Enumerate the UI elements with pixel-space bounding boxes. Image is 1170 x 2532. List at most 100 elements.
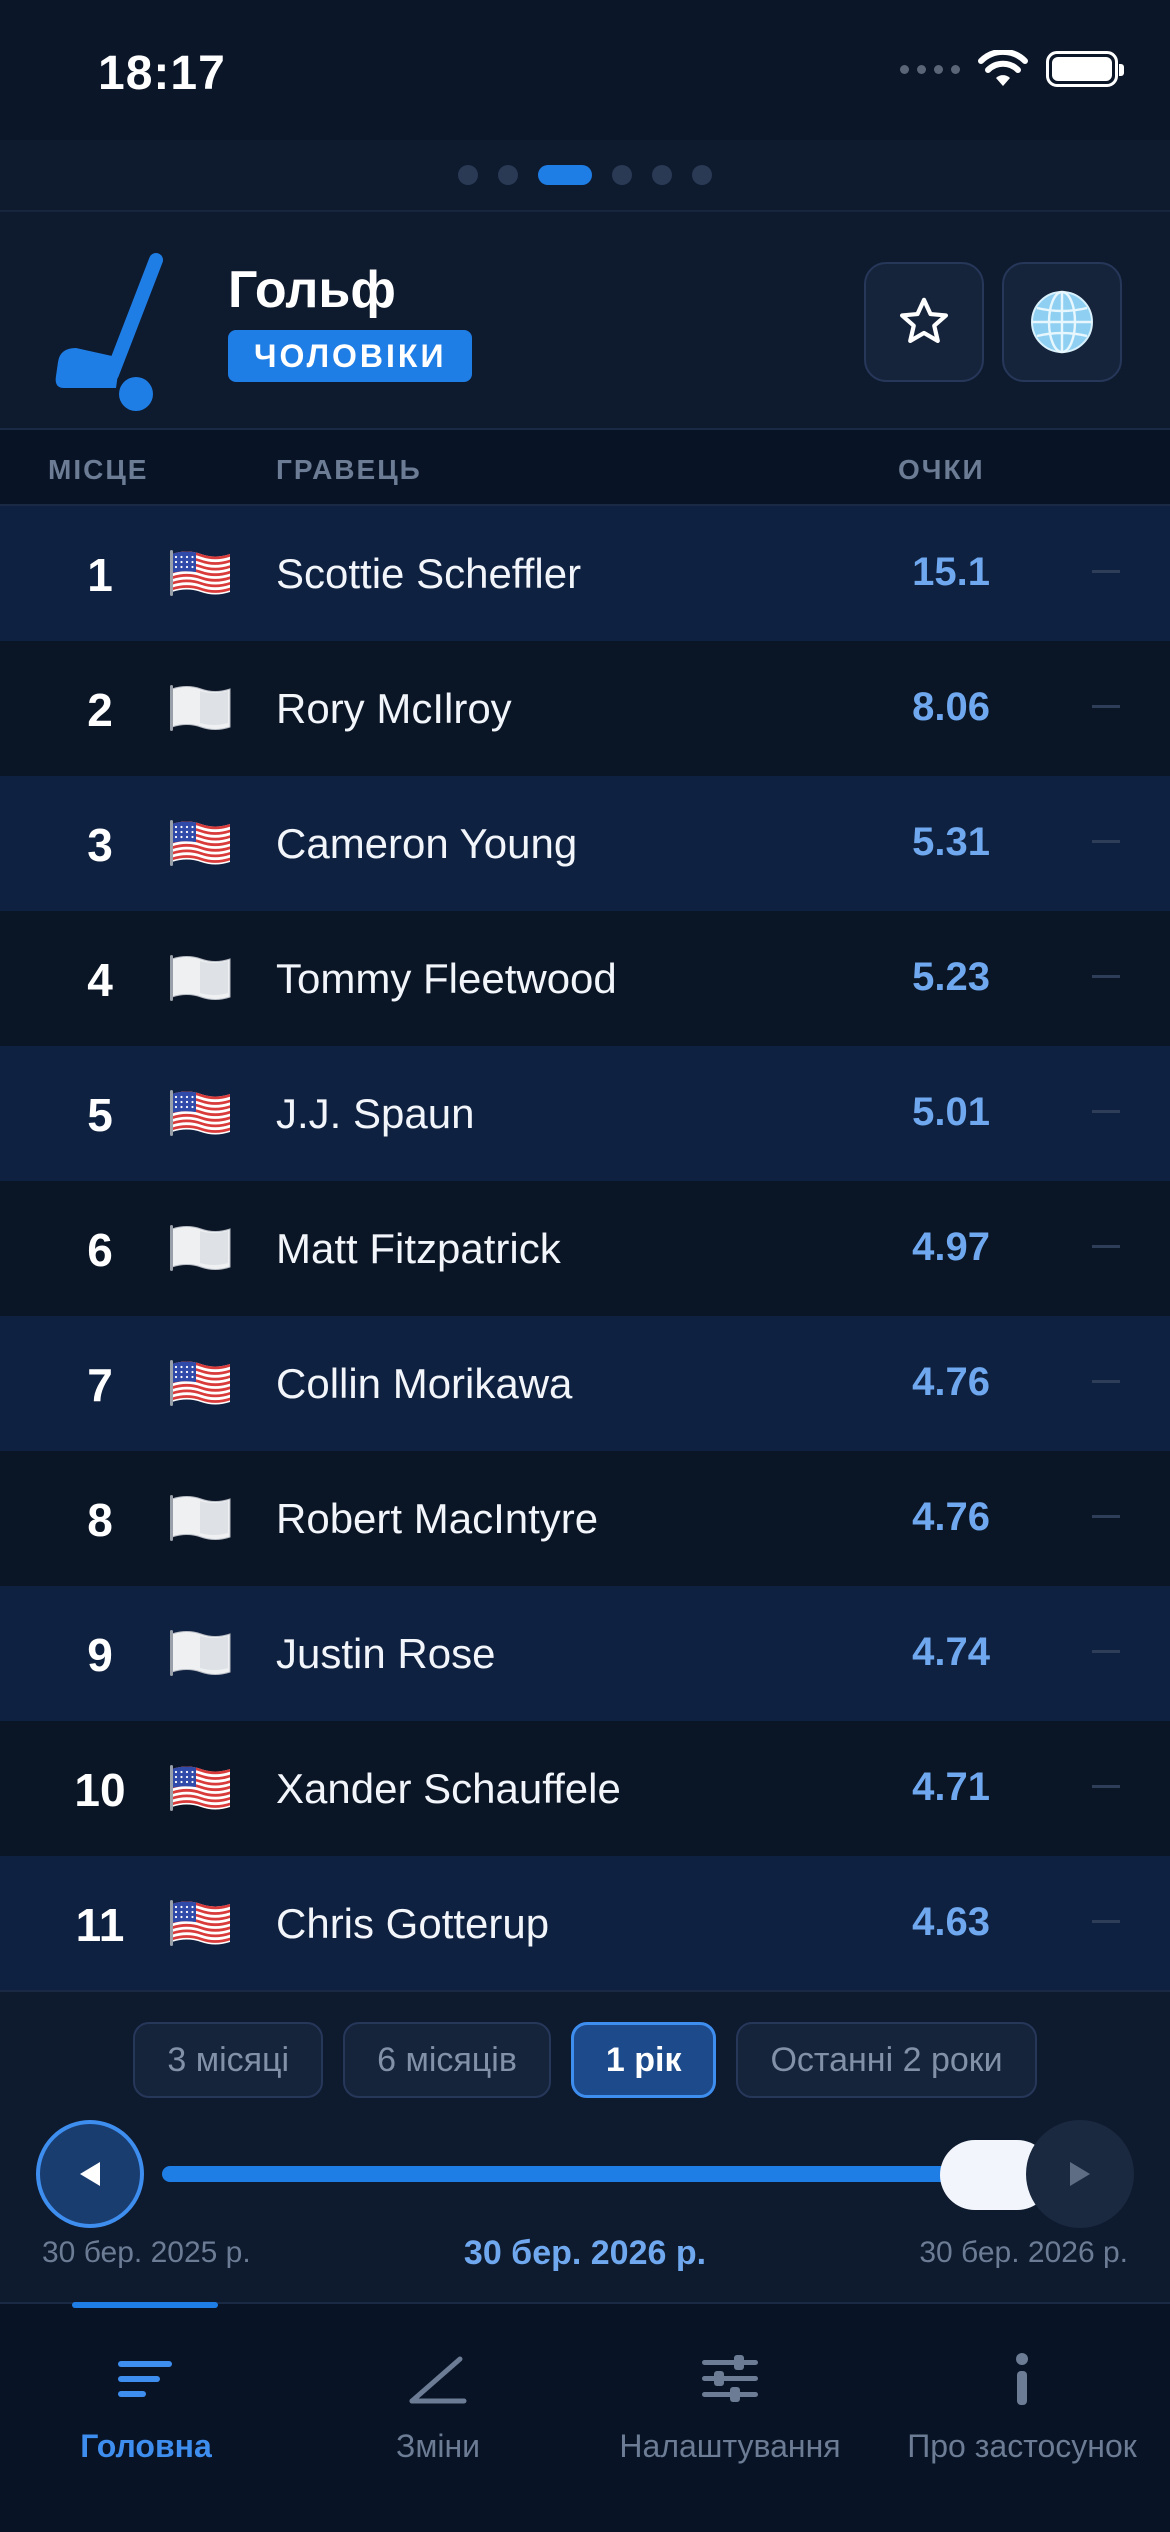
row-trend-dash: [1092, 1380, 1120, 1383]
table-row[interactable]: 8 Robert MacIntyre 4.76: [0, 1451, 1170, 1586]
tab-settings[interactable]: Налаштування: [584, 2344, 876, 2465]
column-header-points: ОЧКИ: [898, 454, 985, 485]
sliders-icon: [702, 2355, 758, 2402]
row-points: 4.63: [912, 1900, 990, 1944]
row-points: 4.71: [912, 1765, 990, 1809]
page-dot[interactable]: [692, 165, 712, 185]
row-player-name: Cameron Young: [276, 820, 578, 867]
table-row[interactable]: 10 Xander Schauffele 4.71: [0, 1721, 1170, 1856]
row-player-name: Chris Gotterup: [276, 1900, 550, 1947]
globe-icon: [1031, 290, 1093, 354]
white-flag-icon: [170, 685, 231, 731]
us-flag-icon: [170, 1360, 230, 1406]
period-option[interactable]: 3 місяці: [133, 2022, 324, 2098]
row-rank: 4: [87, 954, 113, 1006]
timeline-slider-track[interactable]: [162, 2166, 1002, 2182]
row-player-name: Collin Morikawa: [276, 1360, 573, 1407]
page-title: Гольф: [228, 261, 396, 319]
row-trend-dash: [1092, 975, 1120, 978]
row-points: 4.74: [912, 1630, 990, 1674]
tab-about-label: Про застосунок: [907, 2428, 1137, 2464]
table-row[interactable]: 3 Cameron Young 5.31: [0, 776, 1170, 911]
status-icons: [900, 50, 1124, 88]
table-row[interactable]: 11 Chris Gotterup 4.63: [0, 1856, 1170, 1991]
row-trend-dash: [1092, 1110, 1120, 1113]
row-rank: 1: [87, 549, 113, 601]
white-flag-icon: [170, 955, 231, 1001]
row-player-name: J.J. Spaun: [276, 1090, 475, 1137]
period-panel: 3 місяці 6 місяців 1 рік Останні 2 роки 30 …: [0, 1990, 1170, 2302]
page-dot[interactable]: [538, 165, 592, 185]
us-flag-icon: [170, 1900, 230, 1946]
period-option[interactable]: Останні 2 роки: [736, 2022, 1037, 2098]
table-row[interactable]: 7 Collin Morikawa 4.76: [0, 1316, 1170, 1451]
period-option[interactable]: 6 місяців: [343, 2022, 551, 2098]
row-rank: 10: [74, 1764, 126, 1816]
white-flag-icon: [170, 1495, 231, 1541]
table-row[interactable]: 6 Matt Fitzpatrick 4.97: [0, 1181, 1170, 1316]
row-trend-dash: [1092, 1920, 1120, 1923]
row-trend-dash: [1092, 1515, 1120, 1518]
row-player-name: Robert MacIntyre: [276, 1495, 599, 1542]
status-time: 18:17: [98, 47, 226, 100]
status-bar: 18:17: [0, 0, 1170, 140]
tab-home-label: Головна: [80, 2428, 212, 2464]
row-rank: 6: [87, 1224, 113, 1276]
table-row[interactable]: 1 Scottie Scheffler 15.1: [0, 506, 1170, 641]
row-player-name: Matt Fitzpatrick: [276, 1225, 561, 1272]
favorite-button[interactable]: [864, 262, 984, 382]
table-row[interactable]: 2 Rory McIlroy 8.06: [0, 641, 1170, 776]
sport-header: Гольф ЧОЛОВІКИ: [0, 212, 1170, 430]
next-date-button[interactable]: [1026, 2120, 1134, 2228]
info-icon: [1016, 2353, 1028, 2405]
page-dot[interactable]: [652, 165, 672, 185]
page-dot[interactable]: [458, 165, 478, 185]
row-trend-dash: [1092, 705, 1120, 708]
table-row[interactable]: 5 J.J. Spaun 5.01: [0, 1046, 1170, 1181]
page-indicator[interactable]: [0, 140, 1170, 212]
us-flag-icon: [170, 550, 230, 596]
ranking-list: 1 Scottie Scheffler 15.1 2 Rory McIlroy 8.06 3…: [0, 506, 1170, 1991]
category-badge[interactable]: ЧОЛОВІКИ: [228, 330, 473, 382]
triangle-left-icon: [80, 2162, 100, 2186]
row-rank: 8: [87, 1494, 113, 1546]
us-flag-icon: [170, 1765, 230, 1811]
star-icon: [899, 297, 949, 343]
list-icon: [118, 2361, 172, 2397]
row-points: 4.76: [912, 1495, 990, 1539]
tab-changes[interactable]: Зміни: [292, 2344, 584, 2465]
row-rank: 2: [87, 684, 113, 736]
period-option[interactable]: 1 рік: [570, 2022, 717, 2098]
golf-club-icon: [55, 253, 163, 411]
page-dot[interactable]: [498, 165, 518, 185]
row-rank: 3: [87, 819, 113, 871]
cellular-signal-icon: [900, 64, 960, 74]
white-flag-icon: [170, 1225, 231, 1271]
row-trend-dash: [1092, 840, 1120, 843]
period-selector: 3 місяці 6 місяців 1 рік Останні 2 роки: [0, 2022, 1170, 2098]
row-rank: 5: [87, 1089, 113, 1141]
row-player-name: Tommy Fleetwood: [276, 955, 617, 1002]
column-header-player: ГРАВЕЦЬ: [276, 454, 422, 485]
column-header-rank: МІСЦЕ: [48, 454, 149, 485]
page-dot[interactable]: [612, 165, 632, 185]
region-button[interactable]: [1002, 262, 1122, 382]
row-rank: 11: [75, 1899, 125, 1951]
row-player-name: Scottie Scheffler: [276, 550, 582, 597]
row-player-name: Justin Rose: [276, 1630, 496, 1677]
table-row[interactable]: 9 Justin Rose 4.74: [0, 1586, 1170, 1721]
row-points: 4.76: [912, 1360, 990, 1404]
wifi-icon: [978, 50, 1028, 86]
row-trend-dash: [1092, 1650, 1120, 1653]
row-points: 5.01: [912, 1090, 990, 1134]
row-points: 4.97: [912, 1225, 990, 1269]
table-header: МІСЦЕ ГРАВЕЦЬ ОЧКИ: [0, 430, 1170, 506]
triangle-right-icon: [1070, 2162, 1090, 2186]
table-row[interactable]: 4 Tommy Fleetwood 5.23: [0, 911, 1170, 1046]
tab-home[interactable]: Головна: [0, 2344, 292, 2465]
us-flag-icon: [170, 820, 230, 866]
active-tab-indicator: [72, 2302, 218, 2308]
tab-bar: Головна Зміни Налаштування Про застосуно…: [0, 2302, 1170, 2532]
tab-about[interactable]: Про застосунок: [876, 2344, 1168, 2465]
previous-date-button[interactable]: [36, 2120, 144, 2228]
